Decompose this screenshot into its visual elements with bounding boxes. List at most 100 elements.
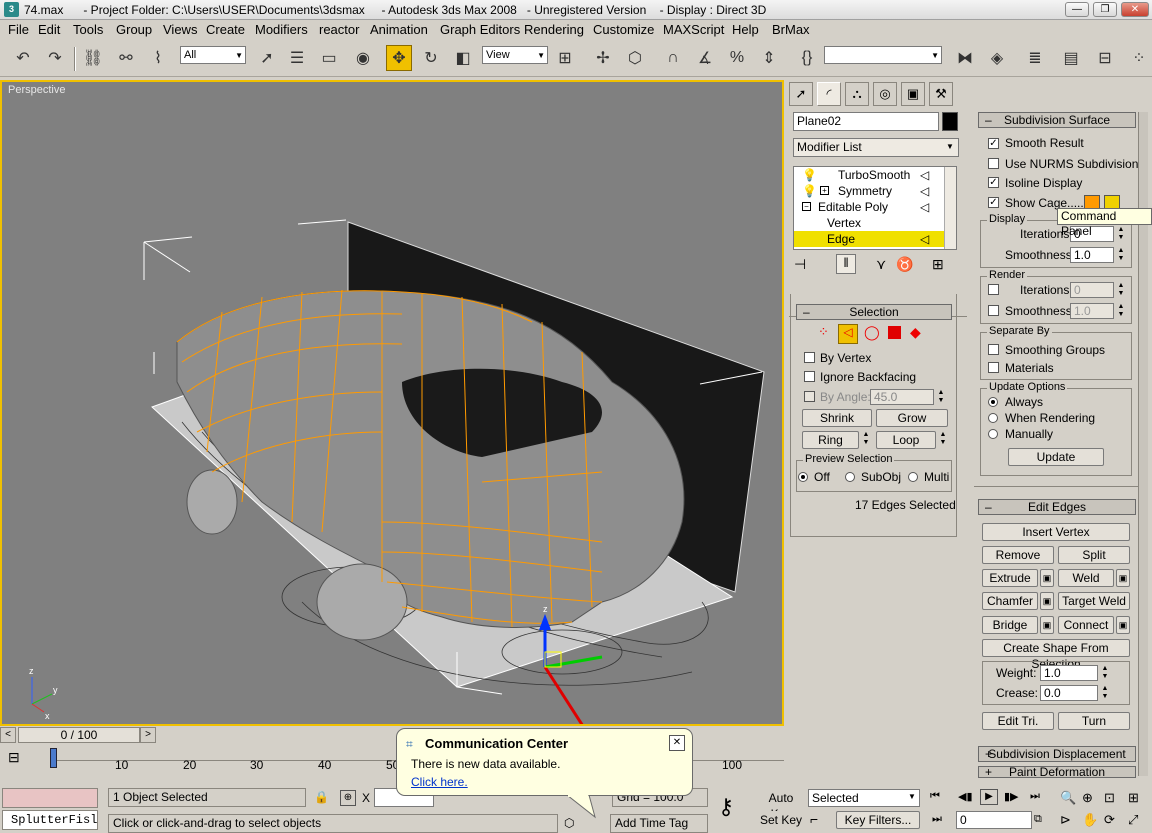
pivot-center-icon[interactable]: ⊞ [552, 45, 578, 71]
subdivision-displacement-header[interactable]: + Subdivision Displacement [978, 746, 1136, 762]
by-angle-spinner[interactable]: ▲ ▼ [936, 389, 946, 407]
set-key-icon[interactable]: ⚷ [718, 794, 734, 820]
by-angle-input[interactable]: 45.0 [870, 389, 934, 405]
stack-item-vertex[interactable]: Vertex [794, 215, 944, 231]
time-slider-thumb[interactable]: 0 / 100 [18, 727, 140, 743]
absolute-mode-icon[interactable]: ⊕ [340, 790, 356, 806]
perspective-viewport[interactable]: Perspective z z y x [0, 80, 784, 726]
pan-icon[interactable]: ✋ [1082, 812, 1098, 828]
edit-named-selection-icon[interactable]: {} [794, 45, 820, 71]
update-manually-radio[interactable] [988, 429, 998, 439]
select-and-rotate-icon[interactable]: ↻ [418, 45, 444, 71]
reference-coord-dropdown[interactable]: View [482, 46, 548, 64]
extrude-button[interactable]: Extrude [982, 569, 1038, 587]
vertex-mode-icon[interactable]: ⁘ [818, 324, 829, 340]
selection-filter-dropdown[interactable]: All [180, 46, 246, 64]
angle-snap-icon[interactable]: ∡ [692, 45, 718, 71]
use-nurms-checkbox[interactable] [988, 158, 999, 169]
edit-edges-header[interactable]: – Edit Edges [978, 499, 1136, 515]
target-weld-button[interactable]: Target Weld [1058, 592, 1130, 610]
menu-tools[interactable]: Tools [73, 22, 103, 37]
menu-modifiers[interactable]: Modifiers [255, 22, 308, 37]
preview-subobj-radio[interactable] [845, 472, 855, 482]
render-smoothness-input[interactable]: 1.0 [1070, 303, 1114, 319]
isoline-display-checkbox[interactable]: ✓ [988, 177, 999, 188]
time-config-icon[interactable]: ⧉ [1034, 813, 1042, 826]
weld-settings-icon[interactable]: ▣ [1116, 569, 1130, 587]
paint-deformation-header[interactable]: + Paint Deformation [978, 766, 1136, 778]
extrude-settings-icon[interactable]: ▣ [1040, 569, 1054, 587]
zoom-extents-icon[interactable]: ⊡ [1104, 790, 1115, 806]
materials-checkbox[interactable] [988, 362, 999, 373]
object-name-field[interactable]: Plane02 [793, 112, 939, 131]
lock-icon[interactable]: 🔒 [314, 790, 329, 804]
make-unique-icon[interactable]: ⋎ [876, 256, 886, 273]
update-button[interactable]: Update [1008, 448, 1104, 466]
smoothness-input[interactable]: 1.0 [1070, 247, 1114, 263]
restore-button[interactable]: ❐ [1093, 2, 1117, 17]
current-frame-input[interactable]: 0 [956, 811, 1032, 829]
pin-stack-icon[interactable]: ⊣ [794, 256, 806, 273]
element-mode-icon[interactable]: ◆ [910, 324, 921, 341]
auto-key-button[interactable]: Auto Key [756, 789, 806, 821]
remove-button[interactable]: Remove [982, 546, 1054, 564]
render-iterations-input[interactable]: 0 [1070, 282, 1114, 298]
show-cage-checkbox[interactable]: ✓ [988, 197, 999, 208]
next-frame-icon[interactable]: ▮▶ [1004, 790, 1019, 803]
stack-item-editable-poly[interactable]: − Editable Poly ◁ [794, 199, 944, 215]
render-iterations-checkbox[interactable] [988, 284, 999, 295]
maximize-viewport-icon[interactable]: ⤢ [1128, 812, 1138, 828]
select-and-scale-icon[interactable]: ◧ [450, 45, 476, 71]
edit-tri-button[interactable]: Edit Tri. [982, 712, 1054, 730]
split-button[interactable]: Split [1058, 546, 1130, 564]
remove-modifier-icon[interactable]: ♉ [896, 256, 913, 273]
loop-button[interactable]: Loop [876, 431, 936, 449]
mini-curve-editor-icon[interactable]: ⊟ [8, 749, 20, 766]
border-mode-icon[interactable]: ◯ [864, 324, 880, 341]
object-color-swatch[interactable] [942, 112, 958, 131]
field-of-view-icon[interactable]: ⊳ [1060, 812, 1071, 828]
stack-item-turbosmooth[interactable]: 💡 TurboSmooth ◁ [794, 167, 944, 183]
keyboard-shortcut-icon[interactable]: ⬡ [622, 45, 648, 71]
align-icon[interactable]: ◈ [984, 45, 1010, 71]
set-key-button[interactable]: Set Key [756, 811, 806, 829]
undo-icon[interactable]: ↶ [10, 45, 36, 71]
menu-file[interactable]: File [8, 22, 29, 37]
previous-frame-icon[interactable]: ◀▮ [958, 790, 973, 803]
menu-animation[interactable]: Animation [370, 22, 428, 37]
iterations-spinner[interactable]: ▲ ▼ [1116, 226, 1126, 244]
menu-reactor[interactable]: reactor [319, 22, 359, 37]
polygon-mode-icon[interactable] [888, 326, 901, 339]
edge-mode-icon[interactable]: ◁ [838, 324, 858, 344]
go-to-end-icon[interactable]: ⏭ [1030, 790, 1040, 803]
grow-button[interactable]: Grow [876, 409, 948, 427]
lightbulb-icon[interactable]: 💡 [802, 183, 817, 199]
menu-help[interactable]: Help [732, 22, 759, 37]
ignore-backfacing-checkbox[interactable] [804, 371, 815, 382]
crease-spinner[interactable]: ▲ ▼ [1100, 685, 1110, 703]
weld-button[interactable]: Weld [1058, 569, 1114, 587]
cage-selection-color-swatch[interactable] [1104, 195, 1120, 209]
window-crossing-icon[interactable]: ◉ [350, 45, 376, 71]
key-mode-dropdown[interactable]: Selected [808, 789, 920, 807]
bridge-button[interactable]: Bridge [982, 616, 1038, 634]
modifier-stack[interactable]: 💡 TurboSmooth ◁ 💡 + Symmetry ◁ − Editabl… [793, 166, 957, 250]
collapse-icon[interactable]: − [802, 202, 811, 211]
display-tab-icon[interactable]: ▣ [901, 82, 925, 106]
zoom-extents-all-icon[interactable]: ⊞ [1128, 790, 1139, 806]
maxscript-listener-pink[interactable] [2, 788, 98, 808]
menu-edit[interactable]: Edit [38, 22, 60, 37]
chevron-down-icon[interactable]: ▼ [946, 142, 954, 151]
menu-group[interactable]: Group [116, 22, 152, 37]
communication-center-balloon[interactable]: ⌗ Communication Center ✕ There is new da… [396, 728, 693, 819]
curve-editor-icon[interactable]: ▤ [1058, 45, 1084, 71]
subdivision-surface-header[interactable]: – Subdivision Surface [978, 112, 1136, 128]
motion-tab-icon[interactable]: ◎ [873, 82, 897, 106]
update-always-radio[interactable] [988, 397, 998, 407]
bridge-settings-icon[interactable]: ▣ [1040, 616, 1054, 634]
render-smoothness-checkbox[interactable] [988, 305, 999, 316]
gizmo-y-axis[interactable] [544, 655, 603, 669]
balloon-close-button[interactable]: ✕ [669, 735, 685, 751]
bind-space-warp-icon[interactable]: ⌇ [145, 45, 171, 71]
by-vertex-checkbox[interactable] [804, 352, 815, 363]
